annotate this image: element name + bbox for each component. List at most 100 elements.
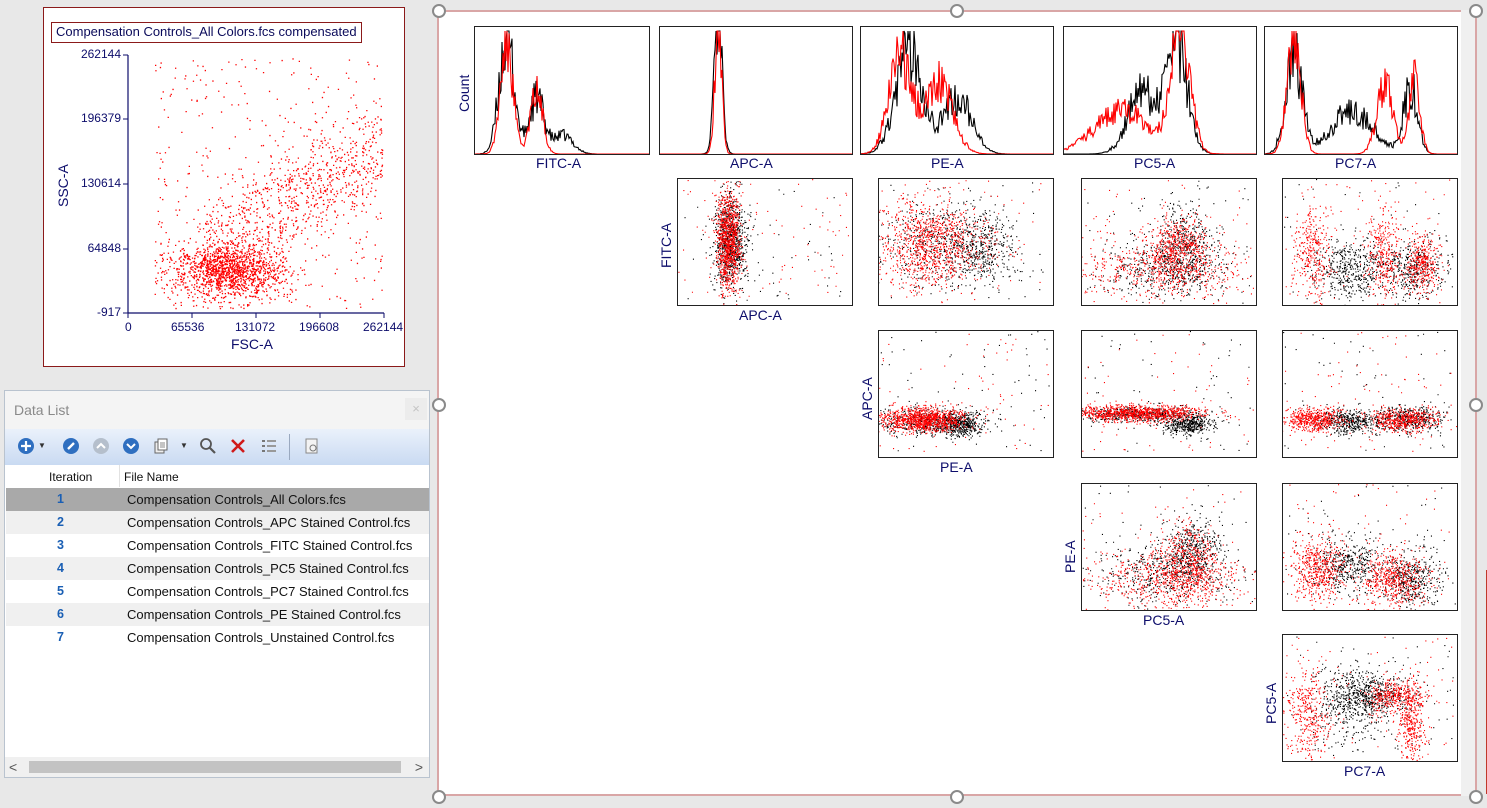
scatter-apc-a-vs-pc7-a-graphic: [1283, 331, 1457, 452]
file-name-cell: Compensation Controls_FITC Stained Contr…: [127, 538, 413, 553]
close-button[interactable]: ×: [405, 398, 427, 420]
resize-handle[interactable]: [1469, 790, 1483, 804]
scroll-left-icon[interactable]: <: [9, 759, 17, 775]
compensated-series: [1283, 332, 1457, 452]
move-up-icon[interactable]: [91, 436, 111, 456]
scatter-y-label: APC-A: [859, 377, 875, 420]
scatter-apc-a-vs-pc5-a[interactable]: [1081, 330, 1257, 458]
scroll-right-icon[interactable]: >: [415, 759, 423, 775]
scatter-plot-panel[interactable]: Compensation Controls_All Colors.fcs com…: [43, 7, 405, 367]
scatter-fitc-a-vs-pc5-a[interactable]: [1081, 178, 1257, 306]
delete-icon[interactable]: [228, 436, 248, 456]
x-tick-label: 65536: [171, 320, 205, 334]
x-tick-label: 131072: [235, 320, 276, 334]
compensated-series: [879, 180, 1042, 304]
list-item[interactable]: 7 Compensation Controls_Unstained Control…: [6, 626, 429, 649]
toolbar: ▼ ▼: [5, 429, 429, 466]
horizontal-scrollbar[interactable]: < >: [5, 757, 429, 777]
uncompensated-series: [1283, 331, 1452, 451]
resize-handle[interactable]: [432, 398, 446, 412]
iteration-cell: 3: [57, 538, 64, 552]
scatter-pe-a-vs-pc7-a[interactable]: [1282, 483, 1458, 611]
compensated-series: [1082, 489, 1256, 610]
histogram-fitc-a[interactable]: [474, 26, 650, 155]
resize-handle[interactable]: [1469, 398, 1483, 412]
column-header-iteration[interactable]: Iteration: [49, 470, 92, 484]
resize-handle[interactable]: [1469, 4, 1483, 18]
compensated-series: [1283, 484, 1450, 610]
histogram-apc-a[interactable]: [659, 26, 853, 155]
scatter-fitc-a-vs-apc-a[interactable]: [677, 178, 853, 306]
y-tick-label: -917: [96, 305, 121, 319]
histogram-x-label: PC7-A: [1335, 155, 1377, 171]
histogram-pc5-a[interactable]: [1063, 26, 1257, 155]
file-name-cell: Compensation Controls_All Colors.fcs: [127, 492, 346, 507]
x-tick-label: 0: [125, 320, 132, 334]
iteration-cell: 6: [57, 607, 64, 621]
scatter-pc5-a-vs-pc7-a[interactable]: [1282, 634, 1458, 762]
file-name-cell: Compensation Controls_APC Stained Contro…: [127, 515, 411, 530]
settings-icon[interactable]: [61, 436, 81, 456]
scrollbar-thumb[interactable]: [29, 761, 401, 773]
copy-dropdown-icon[interactable]: ▼: [180, 441, 188, 450]
x-tick-label: 196608: [299, 320, 340, 334]
move-down-icon[interactable]: [121, 436, 141, 456]
scatter-x-label: PC7-A: [1344, 763, 1386, 779]
histogram-pc7-a-graphic: [1265, 30, 1457, 154]
add-icon[interactable]: [16, 436, 36, 456]
list-item[interactable]: 1 Compensation Controls_All Colors.fcs: [6, 488, 429, 511]
list-item[interactable]: 4 Compensation Controls_PC5 Stained Contr…: [6, 557, 429, 580]
scatter-y-label: PC5-A: [1263, 682, 1279, 724]
scatter-apc-a-vs-pc7-a[interactable]: [1282, 330, 1458, 458]
scatter-pe-a-vs-pc5-a[interactable]: [1081, 483, 1257, 611]
file-name-cell: Compensation Controls_PC7 Stained Contro…: [127, 584, 409, 599]
uncompensated-series: [879, 331, 1050, 452]
scatter-apc-a-vs-pc5-a-graphic: [1082, 331, 1254, 452]
scatter-fitc-a-vs-pe-a-graphic: [879, 180, 1044, 304]
file-name-cell: Compensation Controls_PE Stained Control…: [127, 607, 401, 622]
scatter-x-label: PC5-A: [1143, 612, 1185, 628]
resize-handle[interactable]: [432, 790, 446, 804]
list-item[interactable]: 2 Compensation Controls_APC Stained Contr…: [6, 511, 429, 534]
scatter-fitc-a-vs-pe-a[interactable]: [878, 178, 1054, 306]
properties-icon[interactable]: [302, 436, 322, 456]
copy-icon[interactable]: [151, 436, 171, 456]
scatter-fitc-a-vs-pc7-a[interactable]: [1282, 178, 1458, 306]
uncompensated-series: [1265, 30, 1457, 154]
histogram-pe-a-graphic: [861, 30, 1053, 154]
column-header-row: Iteration File Name: [5, 465, 429, 487]
histogram-pc7-a[interactable]: [1264, 26, 1458, 155]
compensated-series: [861, 30, 1053, 154]
list-item[interactable]: 5 Compensation Controls_PC7 Stained Contr…: [6, 580, 429, 603]
histogram-x-label: FITC-A: [536, 155, 582, 171]
scatter-apc-a-vs-pe-a[interactable]: [878, 330, 1054, 458]
toolbar-separator: [289, 434, 290, 460]
search-icon[interactable]: [198, 436, 218, 456]
list-item[interactable]: 6 Compensation Controls_PE Stained Contro…: [6, 603, 429, 626]
histogram-x-label: PE-A: [931, 155, 964, 171]
iteration-cell: 2: [57, 515, 64, 529]
resize-handle[interactable]: [950, 790, 964, 804]
list-options-icon[interactable]: [259, 436, 279, 456]
compensated-series: [1082, 180, 1254, 305]
panel-header: Data List ×: [5, 391, 429, 429]
column-header-file-name[interactable]: File Name: [124, 470, 179, 484]
uncompensated-series: [1082, 331, 1251, 452]
uncompensated-series: [475, 30, 649, 154]
y-tick-label: 262144: [80, 47, 121, 61]
list-item[interactable]: 3 Compensation Controls_FITC Stained Cont…: [6, 534, 429, 557]
panel-title: Data List: [14, 402, 70, 418]
iteration-cell: 1: [57, 492, 64, 506]
histogram-pe-a[interactable]: [860, 26, 1054, 155]
uncompensated-series: [660, 30, 852, 154]
scatter-pe-a-vs-pc7-a-graphic: [1283, 484, 1456, 610]
scatter-fitc-a-vs-apc-a-graphic: [678, 179, 849, 305]
uncompensated-series: [1285, 485, 1456, 610]
resize-handle[interactable]: [950, 4, 964, 18]
y-tick-label: 64848: [87, 241, 121, 255]
add-dropdown-icon[interactable]: ▼: [38, 441, 46, 450]
compensated-series: [475, 30, 649, 154]
resize-handle[interactable]: [432, 4, 446, 18]
column-divider[interactable]: [119, 465, 120, 487]
data-list-panel: Data List × ▼ ▼ Iteration File Name 1 Co…: [4, 390, 430, 778]
